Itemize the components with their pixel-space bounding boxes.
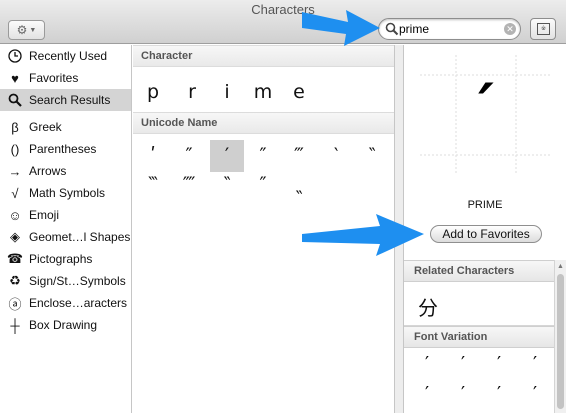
- heart-icon: ♥: [11, 70, 19, 86]
- sidebar-item-favorites[interactable]: ♥ Favorites: [0, 67, 131, 89]
- preview-character: ′: [478, 71, 494, 141]
- action-menu-button[interactable]: ⚙ ▼: [8, 20, 45, 40]
- beta-icon: β: [11, 119, 19, 135]
- glyph-cell[interactable]: ‶: [282, 183, 316, 215]
- search-field[interactable]: ✕: [378, 18, 521, 40]
- sidebar-item-geometric-shapes[interactable]: ◈ Geomet…l Shapes: [0, 226, 131, 248]
- info-scrollbar[interactable]: ▲: [554, 260, 566, 413]
- sidebar-item-math-symbols[interactable]: √ Math Symbols: [0, 182, 131, 204]
- telephone-icon: ☎: [6, 251, 24, 266]
- glyph-cell[interactable]: ‶: [355, 140, 389, 172]
- sidebar-item-sign-symbols[interactable]: ♻ Sign/St…Symbols: [0, 270, 131, 292]
- circled-letter-icon: ⓐ: [8, 296, 22, 312]
- recycle-icon: ♻: [9, 273, 21, 288]
- parentheses-icon: (): [10, 141, 20, 157]
- character-info-pane: ′ PRIME Add to Favorites Related Charact…: [404, 45, 566, 413]
- word-character[interactable]: r: [182, 81, 202, 103]
- add-to-favorites-button[interactable]: Add to Favorites: [430, 225, 542, 243]
- sidebar-item-label: Geomet…l Shapes: [29, 230, 131, 244]
- word-character[interactable]: m: [253, 81, 273, 103]
- font-variation-glyph[interactable]: ′: [454, 383, 472, 404]
- glyph-cell-selected[interactable]: ′: [210, 140, 244, 172]
- sidebar-item-label: Pictographs: [29, 252, 93, 266]
- scroll-up-icon[interactable]: ▲: [557, 263, 564, 270]
- font-variation-glyph[interactable]: ′: [526, 353, 544, 374]
- font-variation-glyph[interactable]: ′: [490, 383, 508, 404]
- glyph-cell[interactable]: ″: [172, 140, 206, 172]
- search-icon: [385, 22, 399, 36]
- sidebar-item-label: Parentheses: [29, 142, 97, 156]
- sidebar-item-label: Recently Used: [29, 49, 108, 63]
- character-viewer-button[interactable]: ※: [530, 18, 556, 40]
- diamond-icon: ◈: [10, 229, 20, 244]
- glyph-cell[interactable]: ″: [246, 140, 280, 172]
- clock-icon: [7, 48, 23, 64]
- sidebar-item-label: Search Results: [29, 93, 111, 107]
- unicode-name-section-header: Unicode Name: [133, 112, 394, 134]
- glyph-cell[interactable]: ‵: [319, 140, 353, 172]
- glyph-cell[interactable]: ‴: [282, 140, 316, 172]
- sidebar-item-search-results[interactable]: Search Results: [0, 89, 131, 111]
- sidebar-item-enclosed-characters[interactable]: ⓐ Enclose…aracters: [0, 292, 131, 314]
- annotation-arrow: [302, 214, 424, 256]
- sidebar-item-label: Box Drawing: [29, 318, 98, 332]
- sidebar-item-greek[interactable]: β Greek: [0, 116, 131, 138]
- sidebar-item-label: Favorites: [29, 71, 79, 85]
- title-bar: Characters ⚙ ▼ ✕ ※: [0, 0, 566, 44]
- gear-icon: ⚙: [16, 23, 28, 37]
- smiley-icon: ☺: [8, 207, 22, 223]
- glyph-cell[interactable]: ‷: [136, 169, 170, 201]
- font-variation-header: Font Variation: [404, 326, 554, 348]
- clear-search-icon[interactable]: ✕: [504, 23, 516, 35]
- character-section-header: Character: [133, 45, 394, 67]
- category-sidebar: Recently Used ♥ Favorites Search Results…: [0, 45, 132, 413]
- box-drawing-icon: ┼: [10, 317, 20, 333]
- character-name: PRIME: [467, 199, 503, 211]
- related-characters-header: Related Characters: [404, 260, 554, 282]
- word-character[interactable]: p: [143, 81, 163, 103]
- sidebar-item-pictographs[interactable]: ☎ Pictographs: [0, 248, 131, 270]
- glyph-preview: ′: [420, 55, 552, 187]
- glyph-cell[interactable]: ⁗: [172, 169, 206, 201]
- font-variation-glyph[interactable]: ′: [454, 353, 472, 374]
- sidebar-item-label: Math Symbols: [29, 186, 106, 200]
- sidebar-item-label: Enclose…aracters: [29, 296, 128, 310]
- square-root-icon: √: [11, 185, 19, 201]
- sidebar-item-box-drawing[interactable]: ┼ Box Drawing: [0, 314, 131, 336]
- arrow-icon: →: [8, 163, 22, 179]
- magnifier-icon: [7, 92, 23, 108]
- annotation-arrow: [302, 10, 380, 46]
- sidebar-item-emoji[interactable]: ☺ Emoji: [0, 204, 131, 226]
- sidebar-item-parentheses[interactable]: () Parentheses: [0, 138, 131, 160]
- glyph-cell[interactable]: ʹ: [136, 140, 170, 172]
- font-variation-glyph[interactable]: ′: [418, 353, 436, 374]
- glyph-cell[interactable]: ″: [246, 169, 280, 201]
- character-viewer-icon: ※: [537, 23, 550, 35]
- font-variation-glyph[interactable]: ′: [418, 383, 436, 404]
- sidebar-item-label: Greek: [29, 120, 62, 134]
- font-variation-glyph[interactable]: ′: [490, 353, 508, 374]
- sidebar-item-label: Arrows: [29, 164, 67, 178]
- chevron-down-icon: ▼: [29, 26, 37, 34]
- sidebar-item-arrows[interactable]: → Arrows: [0, 160, 131, 182]
- window-title: Characters: [251, 2, 315, 17]
- sidebar-item-label: Sign/St…Symbols: [29, 274, 126, 288]
- search-input[interactable]: [399, 21, 499, 37]
- sidebar-item-recently-used[interactable]: Recently Used: [0, 45, 131, 67]
- related-character[interactable]: 分: [418, 292, 438, 321]
- scrollbar-thumb[interactable]: [557, 274, 564, 409]
- font-variation-glyph[interactable]: ′: [526, 383, 544, 404]
- word-character[interactable]: e: [289, 81, 309, 103]
- word-character[interactable]: i: [217, 81, 237, 103]
- glyph-cell[interactable]: ‶: [210, 169, 244, 201]
- sidebar-item-label: Emoji: [29, 208, 60, 222]
